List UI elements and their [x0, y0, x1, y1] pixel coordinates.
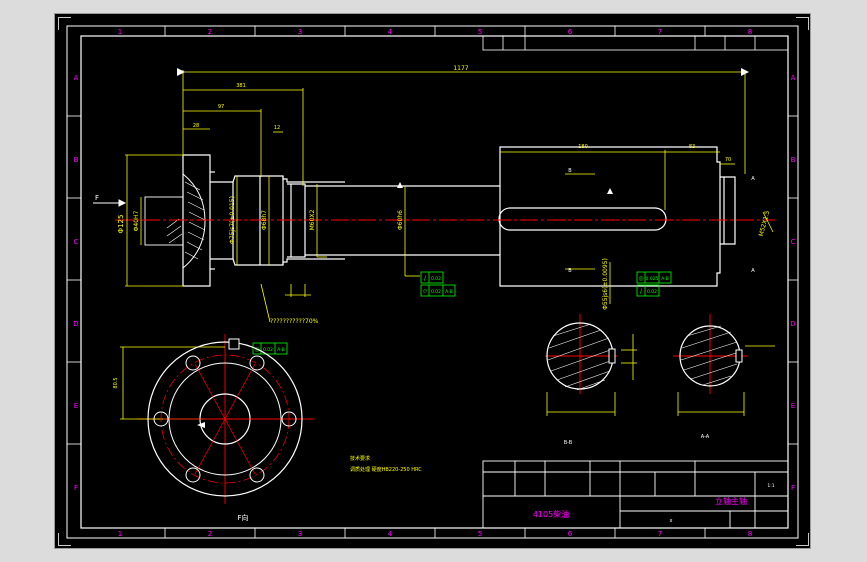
dim-top-1: 381 [236, 83, 246, 89]
grid-column-label: 8 [748, 530, 752, 538]
dim-flange-diameter: Φ125 [117, 215, 125, 234]
dim-shaft-diameter: Φ60h6 [397, 210, 404, 230]
gdt-frame: ◎ 0.02 A-B [252, 342, 288, 355]
dim-top-2: 97 [218, 104, 224, 110]
grid-column-label: 3 [298, 28, 302, 36]
corner-mark [796, 17, 809, 30]
inner-frame [80, 35, 789, 529]
small-label: x [670, 518, 673, 524]
scale: 1:1 [767, 483, 774, 489]
machine-model: 4105柴油 [533, 509, 569, 519]
gdt-frame: ◎ 0.025 A-B [636, 271, 672, 284]
grid-column-label: 4 [388, 530, 393, 538]
dim-overall-length: 1177 [453, 65, 468, 72]
dim-journal-diameter: Φ75js7(±0.015) [229, 196, 236, 244]
grid-column-label: 1 [118, 530, 122, 538]
gdt-value: 0.025 [646, 276, 659, 282]
section-bb [546, 322, 616, 391]
cad-drawing: 1122334455667788 A AB BC CD DE EF F ◎ 0.… [66, 25, 799, 539]
grid-column-label: 3 [298, 530, 302, 538]
dim-key-length: 180 [578, 144, 588, 150]
revision-block [482, 35, 789, 51]
grid-column-label: 7 [658, 28, 662, 36]
grid-column-label: 6 [568, 28, 573, 36]
view-f-label: F向 [237, 513, 248, 522]
grid-row-label: E [74, 402, 78, 410]
corner-mark [796, 533, 809, 546]
grid-column-label: 2 [208, 28, 212, 36]
grid-column-label: 5 [478, 28, 482, 36]
corner-mark [58, 533, 71, 546]
section-a-marker: A [751, 268, 755, 274]
grid-row-label: B [74, 156, 79, 164]
section-b-marker: B [568, 268, 572, 274]
gdt-datum: A-B [445, 289, 453, 295]
section-b-marker: B [568, 168, 572, 174]
dim-thread-m60: M60X2 [309, 209, 316, 230]
corner-mark [58, 17, 71, 30]
dim-top-4: 12 [274, 125, 280, 131]
grid-column-label: 2 [208, 530, 212, 538]
dim-pilot-diameter: Φ40H7 [133, 210, 140, 231]
drawing-viewport[interactable]: 1122334455667788 AABBCCDDEEFF ◎ 0.02 A-B… [54, 13, 811, 549]
grid-row-label: D [790, 320, 795, 328]
pilot-bore [144, 196, 184, 246]
section-a-marker: A [751, 176, 755, 182]
section-label-bb: B-B [564, 440, 573, 446]
gdt-value: 0.02 [431, 289, 441, 295]
arrow-f-label: F [95, 194, 99, 202]
bore-hatch [166, 218, 183, 244]
dim-seat-diameter: Φ68h7 [261, 210, 268, 230]
grid-row-label: A [791, 74, 796, 82]
gdt-symbol: / [640, 288, 643, 295]
grid-row-label: A [74, 74, 79, 82]
grid-column-label: 8 [748, 28, 752, 36]
grid-column-label: 5 [478, 530, 482, 538]
flange-bore-arc [182, 173, 206, 269]
dimension-lines [120, 70, 775, 420]
grid-column-label: 4 [388, 28, 393, 36]
grid-row-label: E [791, 402, 795, 410]
grid-row-label: D [73, 320, 78, 328]
title-block [482, 460, 789, 529]
grid-row-label: C [74, 238, 79, 246]
dim-right: 70 [725, 157, 731, 163]
surface-note: ???????????70% [270, 318, 319, 325]
tech-requirements-line: 调质处理 硬度HB220-250 HRC [350, 466, 422, 473]
grid-row-label: F [74, 484, 78, 492]
gdt-frame: ⌭ 0.02 A-B [420, 284, 456, 297]
dim-flange-height: 80.5 [113, 377, 119, 388]
gdt-frame: / 0.02 [636, 284, 660, 297]
gdt-symbol: ◎ [638, 275, 643, 282]
flange-hatch [184, 181, 206, 260]
tech-requirements-title: 技术要求 [350, 455, 370, 462]
gdt-value: 0.02 [263, 347, 273, 353]
gdt-value: 0.02 [647, 289, 657, 295]
gdt-frame: / 0.02 [420, 271, 444, 284]
grid-column-label: 7 [658, 530, 662, 538]
dim-top-3: 28 [193, 123, 199, 129]
dim-key-offset: 83 [689, 144, 695, 150]
grid-row-label: C [791, 238, 796, 246]
gdt-symbol: ⌭ [423, 288, 428, 295]
section-markers [177, 68, 749, 428]
gdt-symbol: / [424, 275, 427, 282]
section-label-aa: A-A [701, 434, 710, 440]
dim-thread-m52: M52X1.5 [758, 210, 772, 238]
gdt-value: 0.02 [431, 276, 441, 282]
grid-column-label: 6 [568, 530, 573, 538]
grid-column-label: 1 [118, 28, 122, 36]
grid-row-label: F [791, 484, 795, 492]
gdt-datum: A-B [277, 347, 285, 353]
gdt-datum: A-B [661, 276, 669, 282]
drawing-name: 立轴主轴 [715, 496, 747, 506]
grid-row-label: B [791, 156, 796, 164]
dim-key-seat-diameter: Φ55js6(±0.0095) [602, 258, 609, 310]
